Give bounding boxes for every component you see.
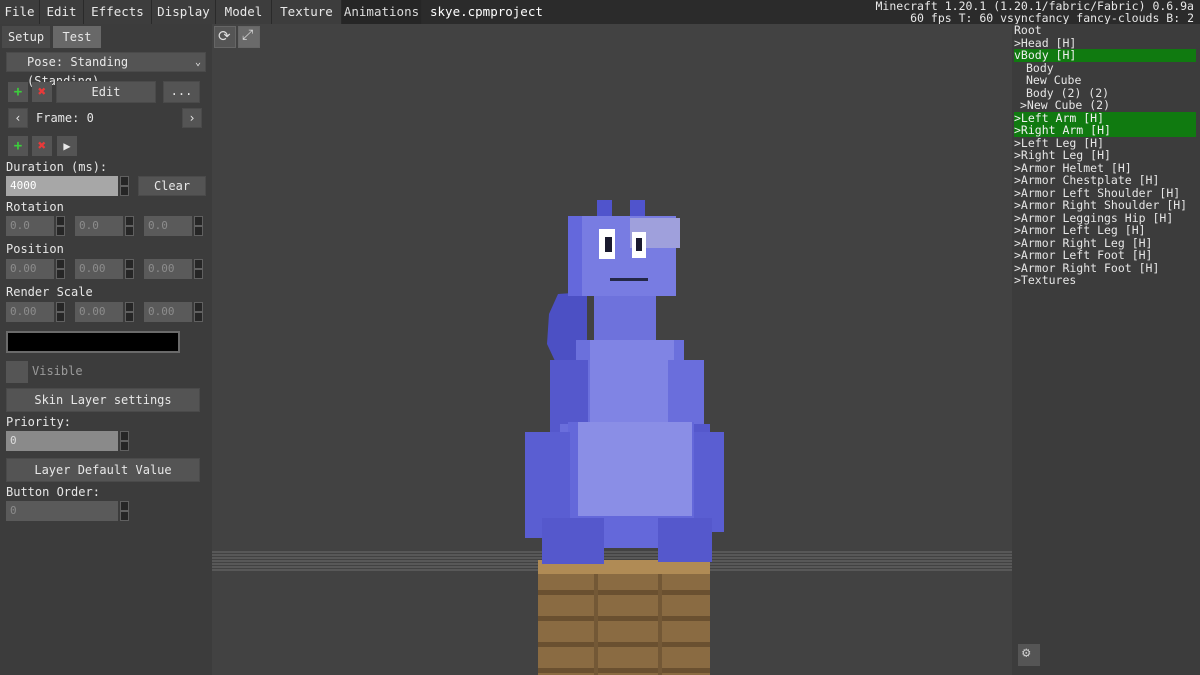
layer-default-value-button[interactable]: Layer Default Value: [6, 458, 200, 482]
menu-display[interactable]: Display: [152, 0, 216, 24]
menu-edit[interactable]: Edit: [40, 0, 84, 24]
tree-item[interactable]: >Right Arm [H]: [1014, 124, 1196, 137]
animation-panel: Setup Test Pose: Standing (Standing) ⌄ +…: [0, 24, 212, 675]
plus-icon: +: [13, 138, 23, 154]
visible-label: Visible: [32, 364, 83, 378]
visible-checkbox[interactable]: [6, 361, 28, 383]
button-order-label: Button Order:: [6, 485, 100, 499]
add-animation-button[interactable]: +: [8, 82, 28, 102]
tree-item[interactable]: >Right Leg [H]: [1014, 149, 1196, 162]
scale-x-stepper[interactable]: [56, 302, 65, 322]
tree-item[interactable]: >Armor Chestplate [H]: [1014, 174, 1196, 187]
project-title: skye.cpmproject: [430, 4, 543, 19]
menu-bar: File Edit Effects Display Model Texture …: [0, 0, 1200, 24]
position-label: Position: [6, 242, 64, 256]
next-frame-button[interactable]: ›: [182, 108, 202, 128]
plus-icon: +: [13, 84, 23, 100]
add-frame-button[interactable]: +: [8, 136, 28, 156]
tree-item[interactable]: vBody [H]: [1014, 49, 1196, 62]
color-picker[interactable]: [6, 331, 180, 353]
menu-file[interactable]: File: [0, 0, 40, 24]
frame-label: Frame: 0: [36, 111, 94, 125]
rotation-x-input[interactable]: 0.0: [6, 216, 54, 236]
position-z-input[interactable]: 0.00: [144, 259, 192, 279]
rotation-y-stepper[interactable]: [125, 216, 134, 236]
cross-icon: ✖: [37, 84, 47, 100]
skin-layer-settings-button[interactable]: Skin Layer settings: [6, 388, 200, 412]
rotation-x-stepper[interactable]: [56, 216, 65, 236]
priority-stepper[interactable]: [120, 431, 129, 451]
tree-item[interactable]: >Textures: [1014, 274, 1196, 287]
tab-test[interactable]: Test: [53, 26, 101, 48]
wrench-icon: ⚙: [1022, 645, 1031, 661]
tree-item[interactable]: >Armor Left Leg [H]: [1014, 224, 1196, 237]
tree-item[interactable]: New Cube: [1026, 74, 1196, 87]
clear-button[interactable]: Clear: [138, 176, 206, 196]
edit-button[interactable]: Edit: [56, 81, 156, 103]
position-y-input[interactable]: 0.00: [75, 259, 123, 279]
tab-setup[interactable]: Setup: [2, 26, 50, 48]
tree-item[interactable]: >Armor Right Shoulder [H]: [1014, 199, 1196, 212]
duration-stepper[interactable]: [120, 176, 129, 196]
scale-y-stepper[interactable]: [125, 302, 134, 322]
duration-label: Duration (ms):: [6, 160, 108, 174]
position-z-stepper[interactable]: [194, 259, 203, 279]
chevron-left-icon: ‹: [14, 111, 22, 125]
position-y-stepper[interactable]: [125, 259, 134, 279]
tree-item[interactable]: >New Cube (2): [1020, 99, 1196, 112]
character-model: [525, 200, 724, 564]
menu-texture[interactable]: Texture: [272, 0, 342, 24]
scale-z-stepper[interactable]: [194, 302, 203, 322]
menu-model[interactable]: Model: [216, 0, 272, 24]
scale-x-input[interactable]: 0.00: [6, 302, 54, 322]
model-viewport[interactable]: ⟳ ⤢: [212, 24, 1012, 675]
button-order-input[interactable]: 0: [6, 501, 118, 521]
button-order-stepper[interactable]: [120, 501, 129, 521]
scale-y-input[interactable]: 0.00: [75, 302, 123, 322]
tree-item[interactable]: Root: [1014, 24, 1196, 37]
play-icon: ▶: [63, 139, 71, 153]
tools-button[interactable]: ⚙: [1018, 644, 1040, 666]
prev-frame-button[interactable]: ‹: [8, 108, 28, 128]
rotation-z-input[interactable]: 0.0: [144, 216, 192, 236]
rotation-label: Rotation: [6, 200, 64, 214]
delete-animation-button[interactable]: ✖: [32, 82, 52, 102]
menu-effects[interactable]: Effects: [84, 0, 152, 24]
more-button[interactable]: ...: [163, 81, 200, 103]
pose-select[interactable]: Pose: Standing (Standing) ⌄: [6, 52, 206, 88]
model-tree-panel: Root >Head [H] vBody [H] Body New Cube Body (…: [1012, 24, 1200, 675]
priority-label: Priority:: [6, 415, 72, 429]
render-scale-label: Render Scale: [6, 285, 93, 299]
priority-input[interactable]: 0: [6, 431, 118, 451]
tree-item[interactable]: >Armor Left Foot [H]: [1014, 249, 1196, 262]
position-x-input[interactable]: 0.00: [6, 259, 54, 279]
debug-info: Minecraft 1.20.1 (1.20.1/fabric/Fabric) …: [876, 0, 1195, 24]
cross-icon: ✖: [37, 138, 47, 154]
rotation-y-input[interactable]: 0.0: [75, 216, 123, 236]
delete-frame-button[interactable]: ✖: [32, 136, 52, 156]
menu-animations[interactable]: Animations: [342, 0, 422, 24]
scene-render: [212, 200, 1012, 675]
play-button[interactable]: ▶: [57, 136, 77, 156]
duration-input[interactable]: 4000: [6, 176, 118, 196]
chevron-down-icon: ⌄: [194, 57, 201, 68]
chevron-right-icon: ›: [188, 111, 196, 125]
scale-z-input[interactable]: 0.00: [144, 302, 192, 322]
wood-block: [538, 560, 710, 675]
position-x-stepper[interactable]: [56, 259, 65, 279]
rotation-z-stepper[interactable]: [194, 216, 203, 236]
